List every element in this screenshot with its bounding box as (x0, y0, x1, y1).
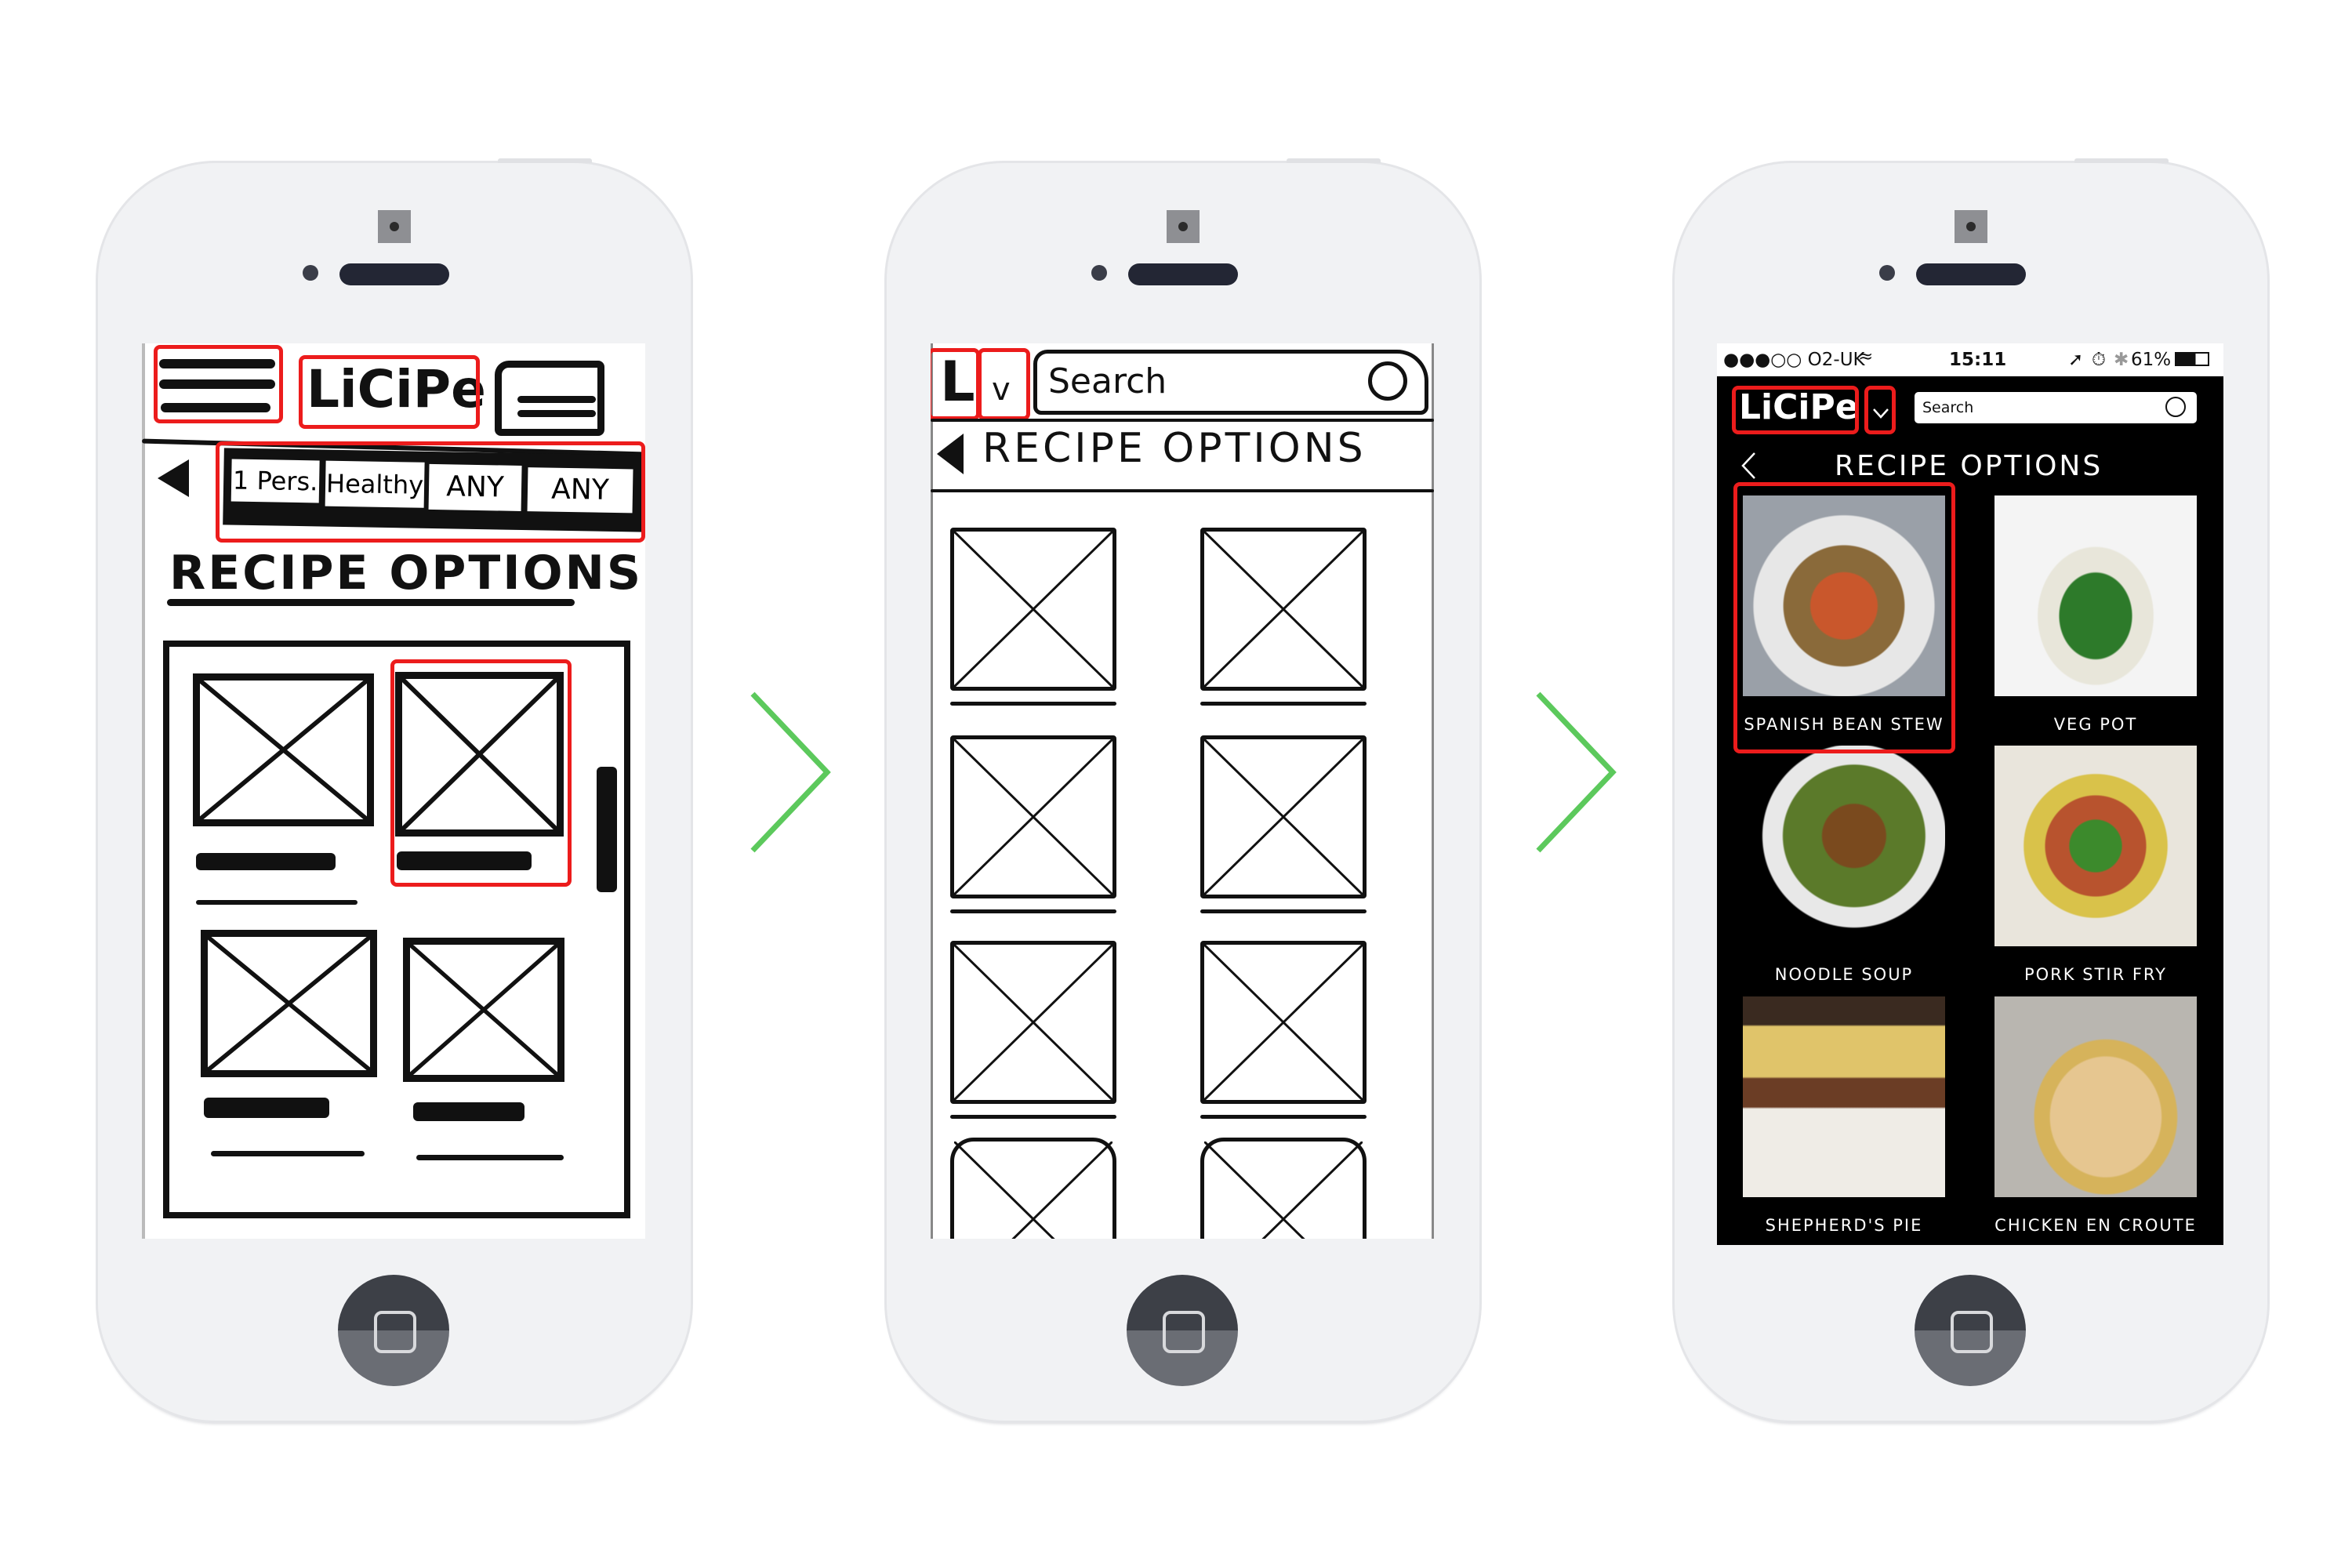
sketch-tile[interactable] (1200, 735, 1367, 898)
sensor-dot (1091, 265, 1107, 281)
camera-icon (378, 210, 411, 243)
recipe-image[interactable] (1743, 996, 1945, 1197)
recipe-label: VEG POT (2053, 715, 2138, 734)
highlight-logo (1732, 386, 1859, 434)
page-title: RECIPE OPTIONS (1835, 450, 2103, 482)
camera-icon (1167, 210, 1200, 243)
recipe-label: NOODLE SOUP (1774, 965, 1914, 984)
bluetooth-icon: ✱ (2114, 350, 2129, 370)
home-button[interactable] (1127, 1275, 1238, 1386)
battery-icon (2175, 352, 2209, 366)
recipe-card[interactable]: SHEPHERD'S PIE (1743, 996, 1945, 1235)
phone-sketch-2: L v Search RECIPE OPTIONS (887, 158, 1479, 1421)
sensor-dot (1879, 265, 1895, 281)
recipe-card[interactable]: CHICKEN EN CROUTE (1994, 996, 2197, 1235)
sketch-screen-2: L v Search RECIPE OPTIONS (931, 343, 1434, 1239)
sketch-tile[interactable] (201, 930, 377, 1077)
home-button[interactable] (1915, 1275, 2026, 1386)
sketch-tile[interactable] (950, 528, 1116, 691)
speaker-grille (339, 263, 449, 285)
arrow-chevron-icon (750, 691, 831, 853)
sketch-tile[interactable] (950, 1138, 1116, 1239)
speaker-grille (1128, 263, 1238, 285)
highlight-filters (216, 441, 645, 543)
tile-caption-line (1200, 909, 1367, 913)
sketch-tile[interactable] (403, 938, 564, 1082)
page-title: RECIPE OPTIONS (982, 425, 1367, 472)
status-bar: ●●●○○ O2-UK ≈ 15:11 ➚ ⏱ ✱ 61% (1717, 343, 2223, 376)
camera-icon (1955, 210, 1987, 243)
speaker-grille (1916, 263, 2026, 285)
search-placeholder: Search (1922, 399, 1974, 416)
recipe-card[interactable]: NOODLE SOUP (1743, 746, 1945, 984)
highlight-tile (1733, 482, 1955, 753)
highlight-dropdown (1864, 386, 1896, 434)
recipe-image[interactable] (1743, 746, 1945, 946)
arrow-chevron-icon (1536, 691, 1617, 853)
recipe-label: SHEPHERD'S PIE (1765, 1216, 1923, 1235)
tile-caption-line (950, 702, 1116, 706)
wifi-icon: ≈ (1858, 347, 1874, 367)
tile-caption-line (950, 1115, 1116, 1119)
power-button (498, 158, 592, 163)
page-title: RECIPE OPTIONS (169, 546, 644, 601)
recipe-label: CHICKEN EN CROUTE (1994, 1216, 2197, 1235)
recipe-image[interactable] (1994, 495, 2197, 696)
search-input[interactable]: Search (1915, 392, 2197, 423)
sketch-tile[interactable] (1200, 528, 1367, 691)
carrier-signal: ●●●○○ O2-UK (1723, 350, 1865, 370)
app-screen: ●●●○○ O2-UK ≈ 15:11 ➚ ⏱ ✱ 61% LiCiPe Sea… (1717, 343, 2223, 1245)
recipe-label: PORK STIR FRY (2024, 965, 2167, 984)
recipe-card[interactable]: PORK STIR FRY (1994, 746, 2197, 984)
recipe-card[interactable]: VEG POT (1994, 495, 2197, 734)
phone-hifi: ●●●○○ O2-UK ≈ 15:11 ➚ ⏱ ✱ 61% LiCiPe Sea… (1675, 158, 2267, 1421)
highlight-logo (931, 348, 980, 420)
sensor-dot (303, 265, 318, 281)
sketch-tile[interactable] (950, 941, 1116, 1104)
clock: 15:11 (1949, 350, 2007, 370)
sketch-tile[interactable] (1200, 941, 1367, 1104)
sketch-tile[interactable] (950, 735, 1116, 898)
highlight-tile (390, 659, 572, 887)
alarm-icon: ⏱ (2092, 350, 2106, 370)
power-button (1287, 158, 1381, 163)
recipe-image[interactable] (1994, 746, 2197, 946)
highlight-logo (299, 355, 480, 429)
recipe-image[interactable] (1994, 996, 2197, 1197)
highlight-hamburger (154, 345, 283, 423)
power-button (2074, 158, 2169, 163)
tile-caption-line (1200, 702, 1367, 706)
tile-caption-line (1200, 1115, 1367, 1119)
battery-percent: 61% (2131, 350, 2172, 370)
search-input[interactable]: Search (1033, 350, 1428, 415)
back-triangle-icon[interactable] (937, 434, 964, 474)
sketch-tile[interactable] (193, 673, 374, 826)
back-triangle-icon[interactable] (158, 459, 189, 497)
search-icon[interactable] (2165, 397, 2186, 417)
phone-sketch-1: LiCiPe 1 Pers. Healthy ANY ANY RECIPE OP… (98, 158, 691, 1421)
search-placeholder: Search (1048, 361, 1167, 401)
layers-icon[interactable] (495, 361, 604, 436)
tile-caption-line (950, 909, 1116, 913)
scrollbar[interactable] (597, 767, 617, 892)
search-icon[interactable] (1368, 361, 1407, 401)
sketch-tile[interactable] (1200, 1138, 1367, 1239)
highlight-dropdown (978, 348, 1030, 420)
sketch-screen-1: LiCiPe 1 Pers. Healthy ANY ANY RECIPE OP… (142, 343, 645, 1239)
back-chevron-icon[interactable] (1740, 452, 1756, 480)
location-icon: ➚ (2068, 350, 2084, 370)
home-button[interactable] (338, 1275, 449, 1386)
